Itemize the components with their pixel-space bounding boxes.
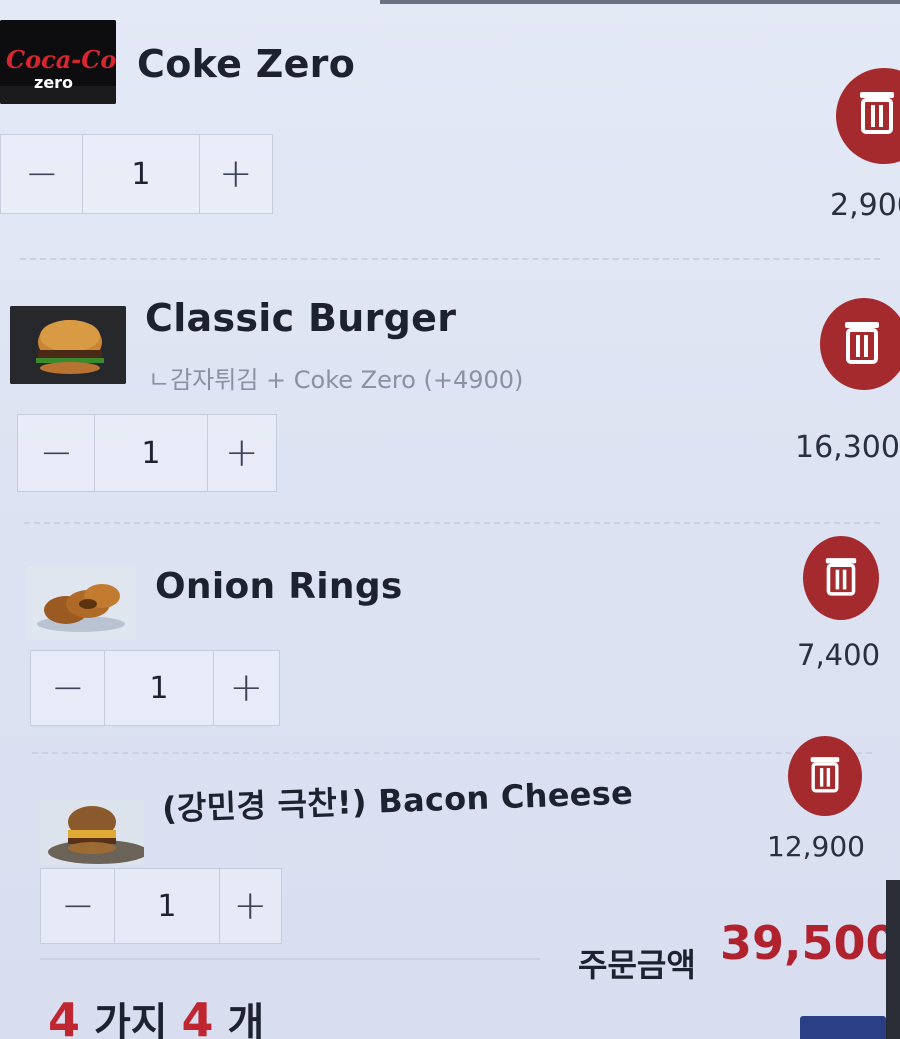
cart-count-summary: 4 가지 4 개 [48, 990, 264, 1039]
increase-button[interactable]: + [200, 135, 272, 213]
item-name: Onion Rings [155, 566, 403, 607]
coke-logo-image: Coca-Cola zero [0, 20, 116, 104]
delete-button[interactable] [836, 68, 900, 164]
decrease-button[interactable]: − [41, 869, 114, 943]
cart-screen: Coca-Cola zero Coke Zero − 1 + 2,900 [0, 0, 900, 1039]
checkout-button[interactable] [800, 1016, 886, 1039]
quantity-stepper: − 1 + [40, 868, 282, 944]
item-divider [32, 752, 872, 754]
delete-button[interactable] [803, 536, 879, 620]
quantity-value: 1 [104, 651, 214, 725]
item-price: 16,300 [795, 430, 900, 465]
svg-text:zero: zero [34, 73, 73, 92]
total-divider [40, 958, 540, 960]
increase-button[interactable]: + [208, 415, 276, 491]
item-name: Classic Burger [145, 296, 457, 340]
onion-rings-thumbnail [26, 566, 136, 640]
quantity-value: 1 [82, 135, 200, 213]
delete-button[interactable] [820, 298, 900, 390]
bacon-cheese-burger-image [38, 800, 144, 866]
quantity-value: 1 [114, 869, 220, 943]
decrease-button[interactable]: − [31, 651, 104, 725]
quantity-stepper: − 1 + [30, 650, 280, 726]
item-divider [20, 258, 880, 260]
classic-burger-thumbnail [10, 306, 126, 384]
trash-icon [858, 90, 896, 138]
kinds-unit: 가지 [93, 1000, 168, 1039]
bacon-cheese-thumbnail [38, 800, 144, 866]
increase-button[interactable]: + [214, 651, 279, 725]
onion-rings-image [26, 566, 136, 640]
items-count: 4 [181, 993, 214, 1039]
item-price: 12,900 [767, 830, 865, 863]
screen-bezel [380, 0, 900, 4]
item-name: Coke Zero [137, 42, 356, 86]
svg-text:Coca-Cola: Coca-Cola [6, 45, 116, 74]
items-unit: 개 [227, 1000, 265, 1039]
item-name: (강민경 극찬!) Bacon Cheese [161, 773, 634, 828]
coke-zero-thumbnail: Coca-Cola zero [0, 20, 116, 104]
quantity-stepper: − 1 + [17, 414, 277, 492]
quantity-value: 1 [94, 415, 208, 491]
item-price: 7,400 [797, 638, 881, 672]
total-label: 주문금액 [578, 946, 696, 984]
total-amount: 39,500 [720, 916, 898, 970]
kinds-count: 4 [48, 993, 81, 1039]
delete-button[interactable] [788, 736, 862, 816]
item-price: 2,900 [830, 188, 900, 223]
decrease-button[interactable]: − [1, 135, 82, 213]
increase-button[interactable]: + [220, 869, 281, 943]
quantity-stepper: − 1 + [0, 134, 273, 214]
trash-icon [843, 320, 881, 368]
decrease-button[interactable]: − [18, 415, 94, 491]
trash-icon [824, 556, 858, 600]
screen-bezel-right [886, 880, 900, 1039]
item-divider [24, 522, 880, 524]
trash-icon [809, 755, 841, 797]
burger-image [10, 306, 126, 384]
item-option: ㄴ감자튀김 + Coke Zero (+4900) [148, 366, 524, 394]
